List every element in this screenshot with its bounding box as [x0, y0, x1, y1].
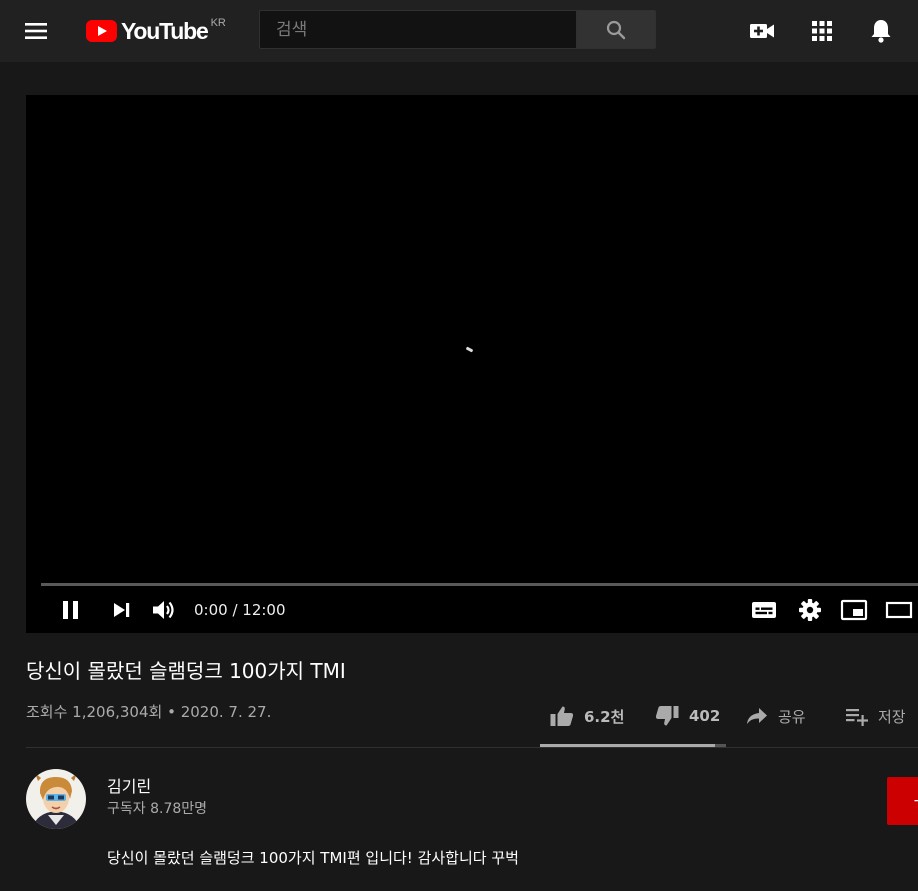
thumbs-down-icon — [655, 706, 679, 726]
notifications-bell-icon — [871, 20, 891, 43]
search-icon — [606, 20, 626, 39]
subscribe-button[interactable]: + — [887, 777, 918, 825]
add-to-playlist-icon — [846, 709, 868, 726]
logo-region-label: KR — [210, 17, 226, 29]
share-label: 공유 — [778, 707, 806, 726]
search-button[interactable] — [576, 10, 656, 49]
loading-spinner — [465, 346, 474, 353]
subtitles-button[interactable] — [750, 597, 778, 623]
next-icon — [114, 603, 130, 617]
search-box — [259, 10, 576, 49]
logo-wordmark: YouTube — [121, 18, 209, 44]
channel-name[interactable]: 김기린 — [107, 776, 151, 798]
create-video-button[interactable] — [749, 18, 775, 44]
video-player[interactable]: 0:00 / 12:00 — [26, 95, 918, 633]
subtitles-icon — [752, 602, 776, 618]
menu-icon[interactable] — [24, 19, 58, 43]
miniplayer-icon — [840, 599, 868, 621]
apps-grid-icon — [812, 21, 832, 41]
video-title: 당신이 몰랐던 슬램덩크 100가지 TMI — [26, 659, 346, 683]
create-video-icon — [750, 24, 774, 38]
video-view-count-date: 조회수 1,206,304회 • 2020. 7. 27. — [26, 703, 272, 721]
progress-bar[interactable] — [41, 583, 918, 586]
settings-button[interactable] — [796, 597, 824, 623]
volume-icon — [153, 601, 174, 619]
video-description: 당신이 몰랐던 슬램덩크 100가지 TMI편 입니다! 감사합니다 꾸벅 — [107, 849, 519, 867]
masthead: YouTube KR — [0, 0, 918, 62]
notifications-button[interactable] — [868, 18, 894, 44]
thumbs-up-icon — [550, 706, 574, 726]
share-button[interactable]: 공유 — [745, 702, 806, 730]
save-button[interactable]: 저장 — [845, 702, 906, 730]
dislike-button[interactable]: 402 — [654, 702, 720, 730]
youtube-logo-icon — [86, 20, 117, 42]
subscribe-plus-icon: + — [913, 793, 918, 809]
avatar-illustration — [26, 769, 86, 829]
theater-mode-button[interactable] — [884, 597, 914, 623]
channel-avatar[interactable] — [26, 769, 86, 829]
save-label: 저장 — [878, 707, 906, 726]
apps-button[interactable] — [809, 18, 835, 44]
pause-button[interactable] — [58, 597, 84, 623]
settings-gear-icon — [799, 599, 821, 621]
time-display: 0:00 / 12:00 — [194, 601, 286, 619]
like-button[interactable]: 6.2천 — [549, 702, 624, 730]
theater-mode-icon — [885, 601, 913, 619]
subscriber-count: 구독자 8.78만명 — [107, 801, 208, 817]
pause-icon — [63, 601, 78, 619]
like-count: 6.2천 — [584, 707, 625, 726]
share-arrow-icon — [747, 708, 767, 724]
info-divider — [26, 747, 918, 748]
next-button[interactable] — [110, 597, 134, 623]
search-input[interactable] — [260, 11, 576, 48]
youtube-logo[interactable]: YouTube KR — [86, 16, 226, 46]
dislike-count: 402 — [689, 707, 721, 725]
miniplayer-button[interactable] — [839, 597, 869, 623]
volume-button[interactable] — [150, 597, 180, 623]
